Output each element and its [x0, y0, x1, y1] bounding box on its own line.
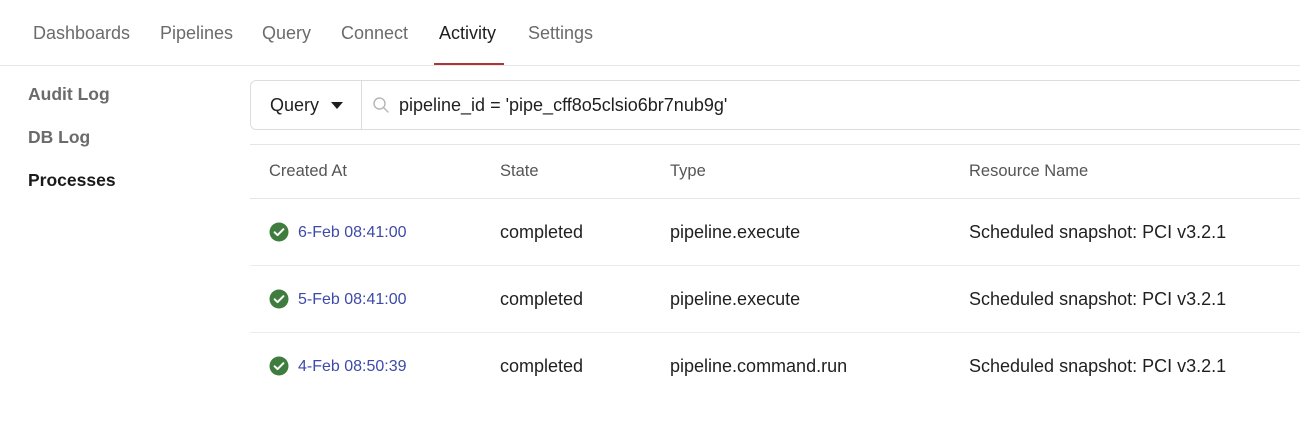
type-cell: pipeline.execute — [670, 222, 801, 242]
tab-activity[interactable]: Activity — [439, 0, 496, 66]
tab-settings[interactable]: Settings — [528, 0, 593, 66]
active-tab-indicator — [434, 63, 504, 65]
tab-dashboards[interactable]: Dashboards — [33, 0, 130, 66]
search-input[interactable] — [399, 89, 1279, 121]
processes-table: Created At State Type Resource Name 6-Fe… — [250, 144, 1300, 400]
state-cell: completed — [500, 289, 584, 309]
type-cell: pipeline.execute — [670, 289, 801, 309]
search-bar: Query — [250, 80, 1300, 130]
state-cell: completed — [500, 356, 584, 376]
created-at-link[interactable]: 5-Feb 08:41:00 — [298, 291, 407, 309]
check-circle-icon — [269, 289, 289, 309]
caret-down-icon — [331, 102, 343, 109]
created-at-link[interactable]: 4-Feb 08:50:39 — [298, 358, 407, 376]
table-row[interactable]: 4-Feb 08:50:39 completed pipeline.comman… — [250, 333, 1300, 400]
sidebar: Audit Log DB Log Processes — [0, 66, 240, 444]
column-header-state[interactable]: State — [500, 162, 539, 181]
search-icon — [373, 97, 389, 113]
resource-name-cell: Scheduled snapshot: PCI v3.2.1 — [969, 222, 1227, 242]
sidebar-item-audit-log[interactable]: Audit Log — [28, 84, 110, 105]
column-header-created-at[interactable]: Created At — [269, 162, 347, 181]
tab-connect[interactable]: Connect — [341, 0, 408, 66]
tab-query[interactable]: Query — [262, 0, 311, 66]
sidebar-item-db-log[interactable]: DB Log — [28, 127, 90, 148]
created-at-link[interactable]: 6-Feb 08:41:00 — [298, 224, 407, 242]
tab-pipelines[interactable]: Pipelines — [160, 0, 233, 66]
state-cell: completed — [500, 222, 584, 242]
type-cell: pipeline.command.run — [670, 356, 848, 376]
resource-name-cell: Scheduled snapshot: PCI v3.2.1 — [969, 289, 1227, 309]
top-navigation: Dashboards Pipelines Query Connect Activ… — [0, 0, 1300, 66]
table-row[interactable]: 5-Feb 08:41:00 completed pipeline.execut… — [250, 266, 1300, 333]
query-mode-dropdown[interactable]: Query — [251, 81, 362, 129]
sidebar-item-processes[interactable]: Processes — [28, 170, 116, 191]
query-mode-label: Query — [270, 95, 320, 115]
table-row[interactable]: 6-Feb 08:41:00 completed pipeline.execut… — [250, 199, 1300, 266]
column-header-resource-name[interactable]: Resource Name — [969, 162, 1088, 181]
table-header: Created At State Type Resource Name — [250, 145, 1300, 199]
check-circle-icon — [269, 356, 289, 376]
check-circle-icon — [269, 222, 289, 242]
column-header-type[interactable]: Type — [670, 162, 706, 181]
resource-name-cell: Scheduled snapshot: PCI v3.2.1 — [969, 356, 1227, 376]
